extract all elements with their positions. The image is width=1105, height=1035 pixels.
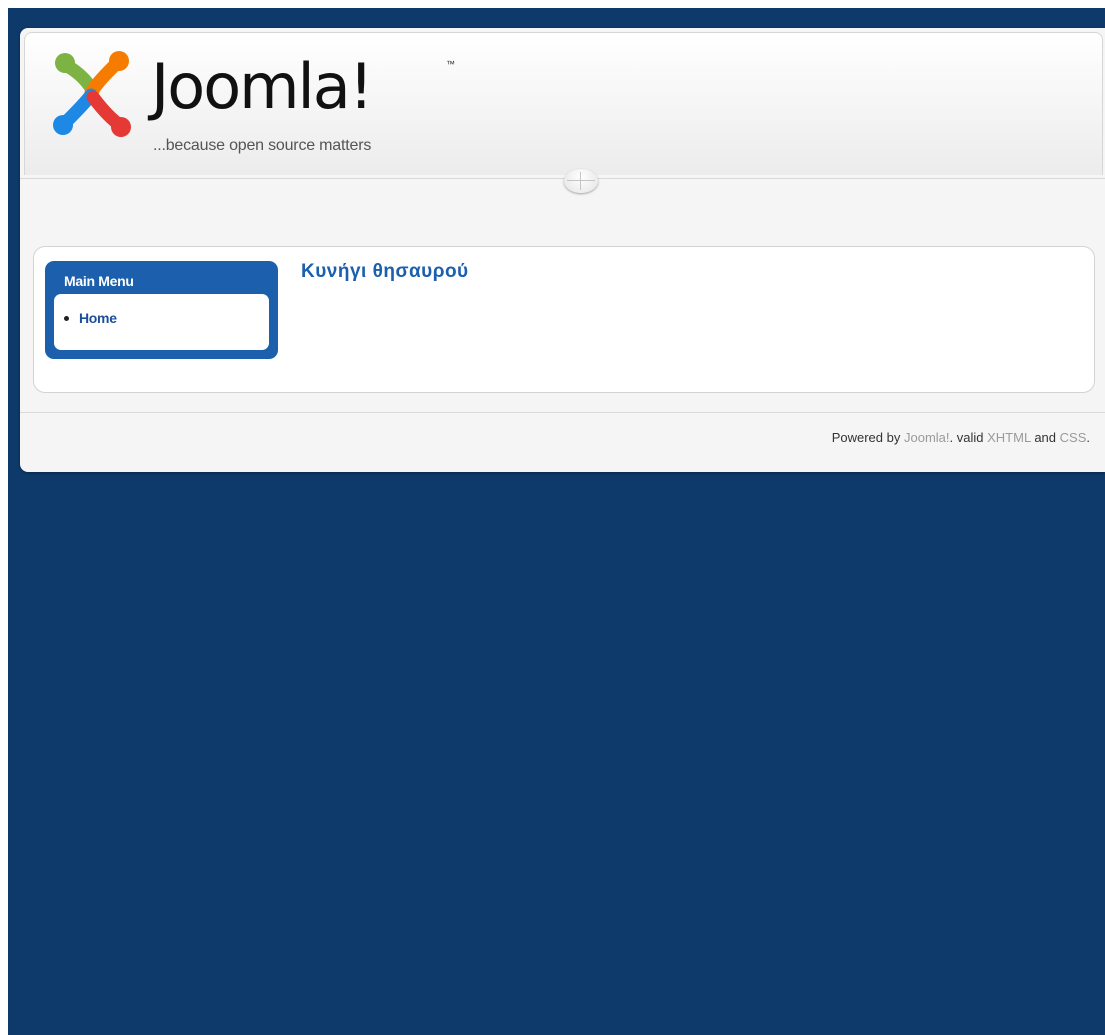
header-divider [20, 178, 1105, 179]
site-footer: Powered by Joomla!. valid XHTML and CSS. [832, 430, 1090, 445]
logo-tagline: ...because open source matters [153, 137, 372, 154]
main-menu-body: Home [54, 294, 269, 350]
footer-and-text: and [1034, 430, 1057, 445]
menu-item-home: Home [64, 310, 117, 326]
content-area: Main Menu Home Κυνήγι θησαυρού [33, 246, 1095, 393]
footer-css-link[interactable]: CSS [1060, 430, 1087, 445]
main-menu-module: Main Menu Home [45, 261, 278, 359]
footer-period: . [1086, 430, 1090, 445]
joomla-logo[interactable]: Joomla! ™ ...because open source matters [47, 47, 467, 157]
main-menu-title: Main Menu [64, 273, 134, 289]
footer-divider [20, 412, 1105, 413]
joomla-logo-icon [53, 51, 131, 137]
footer-valid-text: . valid [949, 430, 984, 445]
footer-joomla-link[interactable]: Joomla! [904, 430, 950, 445]
divider-knob-icon [564, 169, 598, 193]
site-wrapper: Joomla! ™ ...because open source matters… [20, 28, 1105, 472]
footer-xhtml-link[interactable]: XHTML [987, 430, 1031, 445]
bullet-icon [64, 315, 69, 321]
footer-powered-by: Powered by [831, 430, 901, 445]
article-title: Κυνήγι θησαυρού [301, 261, 469, 282]
site-header: Joomla! ™ ...because open source matters [24, 32, 1103, 175]
logo-wordmark: Joomla! [151, 50, 374, 123]
logo-trademark: ™ [446, 59, 455, 69]
menu-link-home[interactable]: Home [79, 310, 117, 326]
